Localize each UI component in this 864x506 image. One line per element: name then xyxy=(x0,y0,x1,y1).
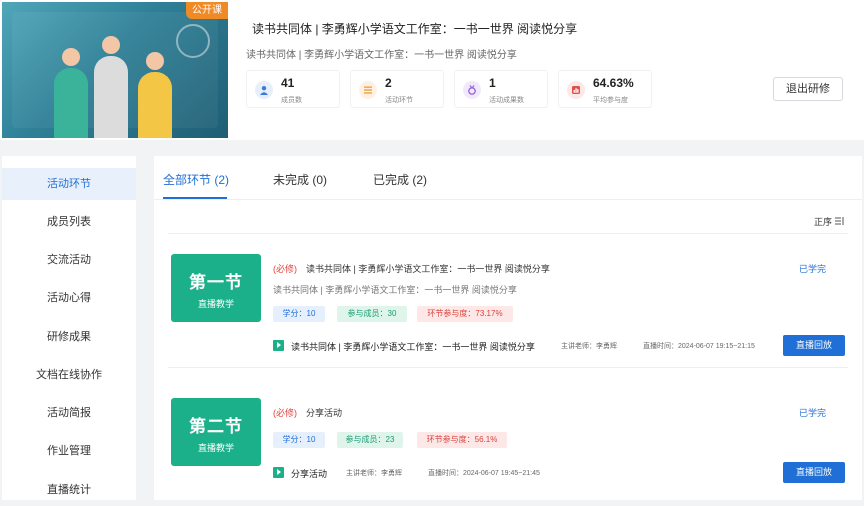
user-icon xyxy=(255,81,273,99)
banner-figure xyxy=(54,68,88,138)
section-badge: 第二节 直播教学 xyxy=(171,398,261,466)
medal-icon xyxy=(463,81,481,99)
live-time: 直播时间：2024-06-07 19:15~21:15 xyxy=(643,343,755,350)
section-type: 直播教学 xyxy=(197,299,234,309)
course-header: 公开课 读书共同体 | 李勇辉小学语文工作室：一书一世界 阅读悦分享 读书共同体… xyxy=(0,0,864,140)
sidebar-item-exchange[interactable]: 交流活动 xyxy=(2,244,136,276)
stat-label: 活动环节 xyxy=(385,97,413,104)
stat-value: 41 xyxy=(281,76,295,90)
sidebar-item-online-docs[interactable]: 文档在线协作 xyxy=(2,359,136,391)
live-time: 直播时间：2024-06-07 19:45~21:45 xyxy=(428,470,540,477)
divider xyxy=(168,233,848,234)
required-label: (必修) xyxy=(273,264,297,274)
section-title[interactable]: 读书共同体 | 李勇辉小学语文工作室：一书一世界 阅读悦分享 xyxy=(306,262,550,275)
stat-value: 2 xyxy=(385,76,392,90)
main-panel: 全部环节 (2) 未完成 (0) 已完成 (2) 正序 第一节 直播教学 (必修… xyxy=(154,156,862,500)
sidebar-item-member-list[interactable]: 成员列表 xyxy=(2,206,136,238)
section-description: 读书共同体 | 李勇辉小学语文工作室：一书一世界 阅读悦分享 xyxy=(273,285,517,295)
section-title[interactable]: 分享活动 xyxy=(306,406,342,419)
sidebar: 活动环节 成员列表 交流活动 活动心得 研修成果 文档在线协作 活动简报 作业管… xyxy=(2,156,136,500)
page-title: 读书共同体 | 李勇辉小学语文工作室：一书一世界 阅读悦分享 xyxy=(252,22,578,36)
completion-status: 已学完 xyxy=(799,264,827,274)
tab-completed[interactable]: 已完成 (2) xyxy=(373,171,427,188)
required-label: (必修) xyxy=(273,408,297,418)
stat-members: 41 成员数 xyxy=(246,70,340,108)
teacher-info: 主讲老师：李勇辉 xyxy=(346,470,402,477)
sidebar-item-reflections[interactable]: 活动心得 xyxy=(2,282,136,314)
tab-all[interactable]: 全部环节 (2) xyxy=(163,171,229,188)
section-number: 第二节 xyxy=(189,417,243,436)
stat-label: 平均参与度 xyxy=(593,97,628,104)
sidebar-item-live-stats[interactable]: 直播统计 xyxy=(2,474,136,506)
public-course-badge: 公开课 xyxy=(186,2,228,19)
credit-tag: 学分：10 xyxy=(273,432,325,448)
list-icon xyxy=(359,81,377,99)
live-replay-button[interactable]: 直播回放 xyxy=(783,462,845,483)
section-number: 第一节 xyxy=(189,273,243,292)
sort-icon xyxy=(834,217,844,225)
course-banner-image xyxy=(2,2,228,138)
sort-toggle[interactable]: 正序 xyxy=(814,215,844,228)
stat-results: 1 活动成果数 xyxy=(454,70,548,108)
live-replay-button[interactable]: 直播回放 xyxy=(783,335,845,356)
sidebar-item-activity-sections[interactable]: 活动环节 xyxy=(2,168,136,200)
divider xyxy=(168,367,848,368)
section-badge: 第一节 直播教学 xyxy=(171,254,261,322)
play-icon xyxy=(273,467,284,478)
members-tag: 参与成员：30 xyxy=(337,306,407,322)
section-type: 直播教学 xyxy=(197,443,234,453)
banner-figure-head xyxy=(62,48,80,66)
sidebar-item-homework[interactable]: 作业管理 xyxy=(2,435,136,467)
banner-globe xyxy=(176,24,210,58)
teacher-info: 主讲老师：李勇辉 xyxy=(561,343,617,350)
sidebar-item-briefing[interactable]: 活动简报 xyxy=(2,397,136,429)
stat-label: 活动成果数 xyxy=(489,97,524,104)
participation-tag: 环节参与度：56.1% xyxy=(417,432,507,448)
resource-title[interactable]: 读书共同体 | 李勇辉小学语文工作室：一书一世界 阅读悦分享 xyxy=(291,340,535,353)
play-icon xyxy=(273,340,284,351)
chart-icon xyxy=(567,81,585,99)
banner-figure-head xyxy=(146,52,164,70)
banner-figure xyxy=(138,72,172,138)
sidebar-item-results[interactable]: 研修成果 xyxy=(2,321,136,353)
stat-activity-sections: 2 活动环节 xyxy=(350,70,444,108)
stat-label: 成员数 xyxy=(281,97,302,104)
sort-label: 正序 xyxy=(814,217,833,227)
banner-figure-head xyxy=(102,36,120,54)
page-subtitle: 读书共同体 | 李勇辉小学语文工作室：一书一世界 阅读悦分享 xyxy=(246,50,517,61)
tab-incomplete[interactable]: 未完成 (0) xyxy=(273,171,327,188)
banner-figure xyxy=(94,56,128,138)
resource-title[interactable]: 分享活动 xyxy=(291,467,327,480)
stat-participation: 64.63% 平均参与度 xyxy=(558,70,652,108)
participation-tag: 环节参与度：73.17% xyxy=(417,306,513,322)
exit-training-button[interactable]: 退出研修 xyxy=(773,77,843,101)
stat-value: 64.63% xyxy=(593,76,634,90)
stat-value: 1 xyxy=(489,76,496,90)
members-tag: 参与成员：23 xyxy=(337,432,403,448)
credit-tag: 学分：10 xyxy=(273,306,325,322)
divider xyxy=(154,199,862,200)
completion-status: 已学完 xyxy=(799,408,827,418)
